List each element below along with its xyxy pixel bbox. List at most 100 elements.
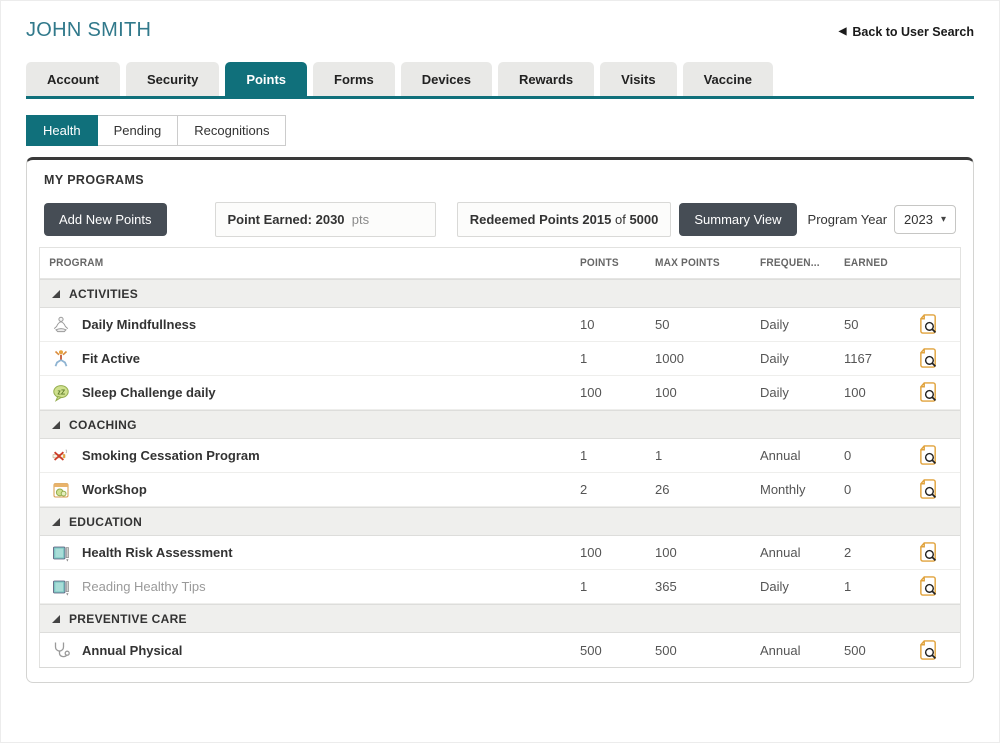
- max-points-cell: 1: [655, 448, 760, 463]
- program-name: Smoking Cessation Program: [82, 448, 260, 463]
- collapse-triangle-icon: [52, 421, 60, 429]
- back-to-user-search-link[interactable]: ◀ Back to User Search: [839, 25, 974, 39]
- points-cell: 1: [580, 448, 655, 463]
- tab-devices[interactable]: Devices: [401, 62, 492, 96]
- earned-cell: 1167: [844, 351, 916, 366]
- redeemed-points-value: Redeemed Points 2015: [470, 212, 612, 227]
- points-cell: 1: [580, 579, 655, 594]
- book-pencil-icon: [50, 576, 72, 598]
- collapse-triangle-icon: [52, 290, 60, 298]
- jumping-person-icon: [50, 348, 72, 370]
- tab-forms[interactable]: Forms: [313, 62, 395, 96]
- header-earned: EARNED: [844, 257, 910, 269]
- group-label: COACHING: [69, 418, 137, 432]
- view-details-icon[interactable]: [918, 381, 939, 404]
- view-details-icon[interactable]: [918, 478, 939, 501]
- points-cell: 500: [580, 643, 655, 658]
- summary-view-button[interactable]: Summary View: [679, 203, 796, 236]
- program-year-value: 2023: [904, 212, 933, 227]
- header-points: POINTS: [580, 257, 649, 269]
- table-row: Health Risk Assessment 100 100 Annual 2: [40, 536, 960, 570]
- view-details-icon[interactable]: [918, 313, 939, 336]
- stethoscope-icon: [50, 639, 72, 661]
- back-link-label: Back to User Search: [852, 25, 974, 39]
- program-name: Fit Active: [82, 351, 140, 366]
- table-row: Annual Physical 500 500 Annual 500: [40, 633, 960, 667]
- earned-cell: 0: [844, 482, 916, 497]
- max-points-cell: 26: [655, 482, 760, 497]
- header-program: PROGRAM: [40, 257, 537, 269]
- earned-cell: 50: [844, 317, 916, 332]
- points-earned-box: Point Earned: 2030 pts: [215, 202, 436, 237]
- header-frequency: FREQUEN...: [760, 257, 837, 269]
- collapse-triangle-icon: [52, 615, 60, 623]
- tab-security[interactable]: Security: [126, 62, 219, 96]
- my-programs-panel: MY PROGRAMS Add New Points Point Earned:…: [26, 157, 974, 683]
- max-points-cell: 500: [655, 643, 760, 658]
- sleep-bubble-icon: zZ: [50, 382, 72, 404]
- view-details-icon[interactable]: [918, 541, 939, 564]
- top-bar: JOHN SMITH ◀ Back to User Search: [26, 19, 974, 42]
- tab-visits[interactable]: Visits: [600, 62, 676, 96]
- subtab-pending[interactable]: Pending: [98, 115, 179, 146]
- program-year-select[interactable]: 2023 ▾: [894, 205, 956, 234]
- max-points-cell: 365: [655, 579, 760, 594]
- redeemed-points-total: 5000: [629, 212, 658, 227]
- frequency-cell: Annual: [760, 545, 844, 560]
- points-cell: 100: [580, 545, 655, 560]
- collapse-triangle-icon: [52, 518, 60, 526]
- tab-account[interactable]: Account: [26, 62, 120, 96]
- redeemed-of-label: of: [615, 212, 626, 227]
- subtab-health[interactable]: Health: [26, 115, 98, 146]
- group-label: ACTIVITIES: [69, 287, 138, 301]
- table-row: Smoking Cessation Program 1 1 Annual 0: [40, 439, 960, 473]
- earned-cell: 1: [844, 579, 916, 594]
- program-name: WorkShop: [82, 482, 147, 497]
- tab-rewards[interactable]: Rewards: [498, 62, 594, 96]
- frequency-cell: Annual: [760, 643, 844, 658]
- panel-title: MY PROGRAMS: [39, 173, 961, 187]
- program-year-label: Program Year: [808, 212, 888, 227]
- program-name: Reading Healthy Tips: [82, 579, 206, 594]
- program-name: Annual Physical: [82, 643, 182, 658]
- tab-vaccine[interactable]: Vaccine: [683, 62, 773, 96]
- max-points-cell: 100: [655, 545, 760, 560]
- book-pencil-icon: [50, 542, 72, 564]
- view-details-icon[interactable]: [918, 639, 939, 662]
- frequency-cell: Daily: [760, 385, 844, 400]
- frequency-cell: Daily: [760, 579, 844, 594]
- table-row: Daily Mindfullness 10 50 Daily 50: [40, 308, 960, 342]
- redeemed-points-box: Redeemed Points 2015 of 5000: [457, 202, 672, 237]
- frequency-cell: Daily: [760, 351, 844, 366]
- view-details-icon[interactable]: [918, 575, 939, 598]
- view-details-icon[interactable]: [918, 444, 939, 467]
- points-earned-unit: pts: [352, 212, 369, 227]
- points-cell: 10: [580, 317, 655, 332]
- table-row: WorkShop 2 26 Monthly 0: [40, 473, 960, 507]
- header-max-points: MAX POINTS: [655, 257, 752, 269]
- max-points-cell: 100: [655, 385, 760, 400]
- frequency-cell: Daily: [760, 317, 844, 332]
- view-details-icon[interactable]: [918, 347, 939, 370]
- subtab-recognitions[interactable]: Recognitions: [178, 115, 286, 146]
- group-row-coaching[interactable]: COACHING: [40, 410, 960, 439]
- workshop-calendar-icon: [50, 479, 72, 501]
- group-label: EDUCATION: [69, 515, 142, 529]
- tab-points[interactable]: Points: [225, 62, 307, 96]
- table-row: Fit Active 1 1000 Daily 1167: [40, 342, 960, 376]
- programs-table: PROGRAM POINTS MAX POINTS FREQUEN... EAR…: [39, 247, 961, 668]
- program-name: Health Risk Assessment: [82, 545, 233, 560]
- frequency-cell: Monthly: [760, 482, 844, 497]
- sub-tab-bar: Health Pending Recognitions: [26, 115, 974, 146]
- points-cell: 2: [580, 482, 655, 497]
- table-row: Reading Healthy Tips 1 365 Daily 1: [40, 570, 960, 604]
- add-new-points-button[interactable]: Add New Points: [44, 203, 167, 236]
- page: JOHN SMITH ◀ Back to User Search Account…: [0, 0, 1000, 743]
- group-row-education[interactable]: EDUCATION: [40, 507, 960, 536]
- group-row-activities[interactable]: ACTIVITIES: [40, 279, 960, 308]
- back-arrow-icon: ◀: [839, 27, 847, 37]
- points-cell: 100: [580, 385, 655, 400]
- table-header-row: PROGRAM POINTS MAX POINTS FREQUEN... EAR…: [40, 248, 960, 279]
- program-name: Sleep Challenge daily: [82, 385, 216, 400]
- group-row-preventive-care[interactable]: PREVENTIVE CARE: [40, 604, 960, 633]
